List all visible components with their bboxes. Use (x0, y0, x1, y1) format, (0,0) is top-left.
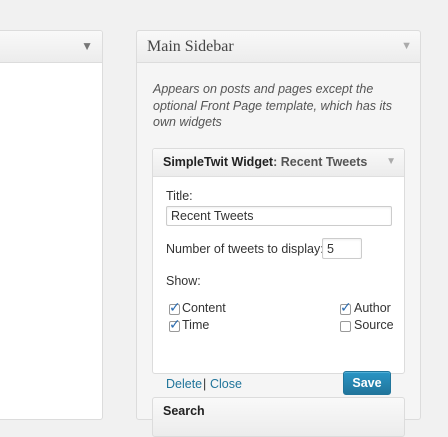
triangle-down-icon[interactable]: ▼ (81, 39, 93, 53)
simpletwit-widget: SimpleTwit Widget: Recent Tweets ▼ Title… (152, 148, 405, 395)
tweet-count-input[interactable] (322, 238, 362, 259)
checkmark-icon: ✓ (169, 316, 181, 332)
checkmark-icon: ✓ (340, 299, 352, 315)
search-widget-title: Search (163, 404, 205, 418)
main-sidebar-panel: Main Sidebar ▼ Appears on posts and page… (136, 30, 421, 437)
source-checkbox[interactable] (340, 321, 351, 332)
save-button[interactable]: Save (343, 371, 391, 395)
widget-title-suffix: : Recent Tweets (273, 155, 368, 169)
title-label: Title: (166, 189, 193, 203)
tweet-count-label: Number of tweets to display: (166, 242, 324, 256)
checkmark-icon: ✓ (169, 299, 181, 315)
title-input[interactable] (166, 206, 392, 226)
search-widget[interactable]: Search (152, 397, 405, 437)
widget-name: SimpleTwit Widget (163, 155, 274, 169)
left-area-header[interactable]: ▼ (0, 31, 102, 63)
sidebar-description: Appears on posts and pages except the op… (153, 82, 393, 129)
widget-title: SimpleTwit Widget: Recent Tweets (163, 155, 367, 169)
time-label: Time (182, 318, 210, 332)
content-checkbox[interactable]: ✓ (169, 300, 181, 315)
show-label: Show: (166, 274, 201, 288)
link-separator: | (203, 377, 207, 391)
main-sidebar-title: Main Sidebar (147, 38, 234, 55)
close-link[interactable]: Close (210, 377, 242, 391)
triangle-down-icon[interactable]: ▼ (401, 40, 412, 52)
widget-header[interactable]: SimpleTwit Widget: Recent Tweets ▼ (153, 149, 404, 177)
left-widget-area: ▼ (0, 30, 103, 420)
source-label: Source (354, 318, 394, 332)
main-sidebar-header[interactable]: Main Sidebar ▼ (137, 31, 420, 63)
author-checkbox[interactable]: ✓ (340, 300, 352, 315)
triangle-down-icon[interactable]: ▼ (386, 156, 396, 167)
content-label: Content (182, 301, 226, 315)
time-checkbox[interactable]: ✓ (169, 317, 181, 332)
author-label: Author (354, 301, 391, 315)
delete-link[interactable]: Delete (166, 377, 202, 391)
